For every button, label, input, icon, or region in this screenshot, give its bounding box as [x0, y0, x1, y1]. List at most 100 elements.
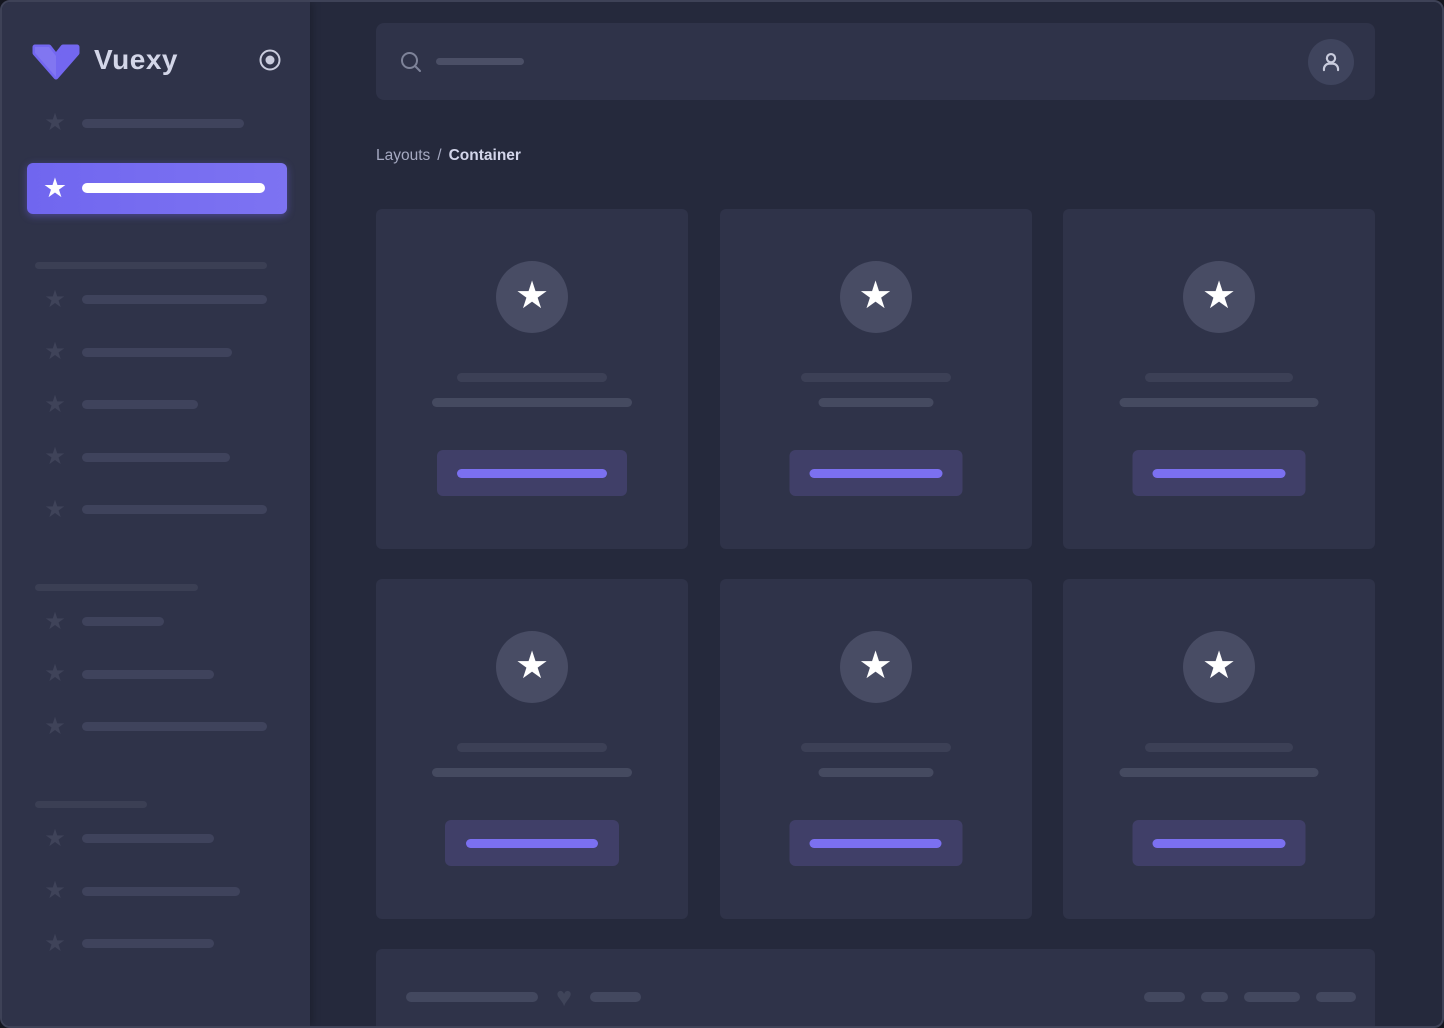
footer-skeleton-bar: [1316, 992, 1356, 1002]
app-window: Vuexy ★ ★ ★ ★ ★ ★ ★ ★ ★ ★ ★ ★ ★ Layouts …: [0, 0, 1444, 1028]
card-line2-skeleton: [818, 398, 933, 407]
star-icon: ★: [44, 495, 66, 523]
sidebar-item[interactable]: ★: [2, 287, 310, 313]
card-button[interactable]: [437, 450, 627, 496]
card-line1-skeleton: [1145, 373, 1293, 382]
search-icon: [400, 51, 422, 73]
menu-label-skeleton: [82, 183, 265, 193]
placeholder-card: ★: [719, 209, 1032, 549]
card-avatar-circle: ★: [496, 261, 568, 333]
menu-label-skeleton: [82, 347, 232, 357]
star-icon: ★: [44, 285, 66, 313]
button-label-skeleton: [457, 468, 607, 478]
sidebar-item[interactable]: ★: [2, 339, 310, 365]
user-avatar[interactable]: [1308, 38, 1354, 85]
sidebar-section-header: [2, 583, 310, 591]
sidebar-menu: ★ ★ ★ ★ ★ ★ ★ ★ ★ ★ ★ ★ ★: [2, 110, 310, 1003]
card-button[interactable]: [789, 450, 962, 496]
app-title: Vuexy: [94, 44, 178, 75]
star-icon: ★: [44, 877, 66, 904]
card-button[interactable]: [1132, 820, 1306, 866]
menu-label-skeleton: [82, 669, 214, 679]
menu-label-skeleton: [82, 722, 267, 731]
sidebar-section-header: [2, 261, 310, 269]
footer-card: ♥: [376, 949, 1375, 1026]
sidebar-item[interactable]: ★: [2, 826, 310, 852]
card-line1-skeleton: [1145, 743, 1293, 752]
card-line1-skeleton: [457, 373, 607, 382]
footer-skeleton-bar: [1144, 992, 1185, 1002]
sidebar-item[interactable]: ★: [2, 661, 310, 687]
menu-label-skeleton: [82, 452, 230, 462]
menu-pin-toggle-icon[interactable]: [258, 48, 282, 72]
card-line1-skeleton: [800, 373, 951, 382]
card-line1-skeleton: [800, 743, 951, 752]
menu-label-skeleton: [82, 295, 267, 304]
button-label-skeleton: [809, 838, 942, 848]
card-button[interactable]: [789, 820, 962, 866]
section-header-skeleton: [35, 261, 267, 269]
sidebar-item[interactable]: ★: [2, 497, 310, 523]
card-button[interactable]: [445, 820, 619, 866]
star-icon: ★: [42, 173, 68, 203]
footer-skeleton-bar: [1244, 992, 1300, 1002]
placeholder-card: ★: [1063, 209, 1375, 549]
card-line2-skeleton: [1119, 768, 1319, 777]
star-icon: ★: [514, 644, 550, 687]
menu-label-skeleton: [82, 400, 198, 409]
placeholder-card: ★: [376, 209, 688, 549]
card-avatar-circle: ★: [839, 261, 912, 333]
placeholder-card: ★: [376, 579, 688, 919]
logo-row: Vuexy: [2, 40, 310, 80]
button-label-skeleton: [466, 838, 598, 848]
card-button[interactable]: [1132, 450, 1306, 496]
star-icon: ★: [858, 644, 893, 687]
star-icon: ★: [44, 929, 66, 957]
star-icon: ★: [44, 712, 66, 740]
sidebar-item-active[interactable]: ★: [27, 162, 287, 214]
star-icon: ★: [44, 338, 66, 365]
menu-label-skeleton: [82, 886, 240, 896]
sidebar-item[interactable]: ★: [2, 931, 310, 957]
placeholder-card: ★: [1063, 579, 1375, 919]
card-line1-skeleton: [457, 743, 607, 752]
card-grid: ★ ★ ★ ★ ★ ★: [376, 209, 1375, 919]
card-avatar-circle: ★: [1183, 261, 1255, 333]
button-label-skeleton: [1152, 468, 1286, 478]
main-content: Layouts / Container ★ ★ ★ ★ ★ ★ ♥: [310, 2, 1442, 1026]
sidebar-item[interactable]: ★: [2, 444, 310, 470]
sidebar-item[interactable]: ★: [2, 714, 310, 740]
breadcrumb-parent[interactable]: Layouts: [376, 147, 430, 164]
sidebar-item[interactable]: ★: [2, 878, 310, 904]
search-placeholder-skeleton: [436, 58, 524, 65]
breadcrumb-separator: /: [437, 147, 442, 164]
breadcrumb-current: Container: [448, 147, 521, 164]
heart-icon[interactable]: ♥: [556, 984, 572, 1011]
card-line2-skeleton: [818, 768, 933, 777]
section-header-skeleton: [35, 800, 147, 808]
star-icon: ★: [858, 274, 893, 317]
star-icon: ★: [44, 390, 66, 418]
footer-skeleton-bar: [406, 992, 538, 1002]
card-avatar-circle: ★: [1183, 631, 1255, 703]
card-avatar-circle: ★: [839, 631, 912, 703]
sidebar-item[interactable]: ★: [2, 110, 310, 136]
button-label-skeleton: [1152, 838, 1286, 848]
star-icon: ★: [44, 607, 66, 635]
star-icon: ★: [1201, 644, 1237, 687]
card-line2-skeleton: [432, 398, 632, 407]
star-icon: ★: [44, 824, 66, 852]
sidebar-item[interactable]: ★: [2, 609, 310, 635]
star-icon: ★: [44, 109, 66, 136]
footer-skeleton-bar: [1201, 992, 1228, 1002]
card-line2-skeleton: [1119, 398, 1319, 407]
footer-row: ♥: [406, 984, 1356, 1011]
star-icon: ★: [44, 660, 66, 687]
card-avatar-circle: ★: [496, 631, 568, 703]
sidebar-item[interactable]: ★: [2, 392, 310, 418]
menu-label-skeleton: [82, 834, 214, 843]
section-header-skeleton: [35, 583, 198, 591]
sidebar-section-header: [2, 800, 310, 808]
search-bar[interactable]: [376, 23, 1375, 100]
breadcrumb: Layouts / Container: [376, 147, 1375, 165]
